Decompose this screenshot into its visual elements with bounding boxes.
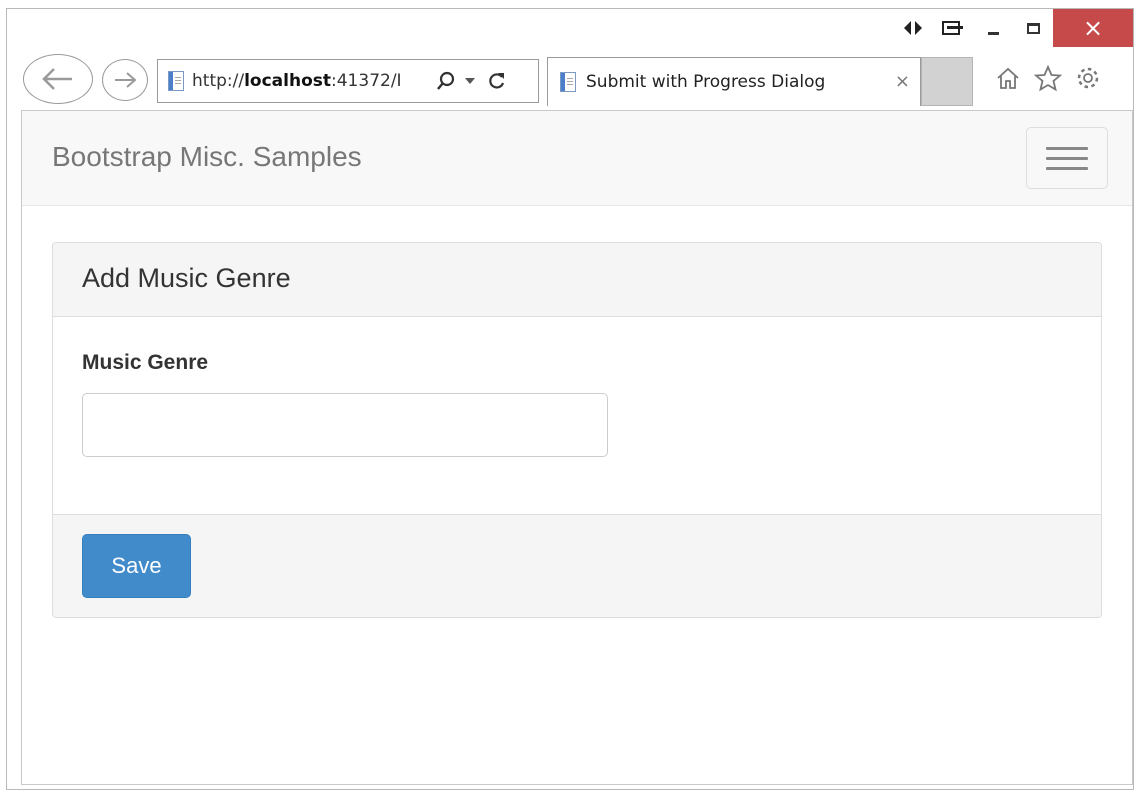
navbar-toggle-button[interactable] bbox=[1026, 127, 1108, 189]
back-button[interactable] bbox=[23, 54, 93, 104]
arrow-right-icon bbox=[115, 72, 137, 88]
hamburger-menu-icon bbox=[1046, 166, 1088, 170]
close-icon: × bbox=[1082, 14, 1104, 42]
navbar: Bootstrap Misc. Samples bbox=[22, 111, 1132, 206]
address-url[interactable]: http://localhost:41372/I bbox=[192, 71, 432, 91]
home-icon[interactable] bbox=[993, 61, 1023, 95]
tab-close-icon[interactable]: × bbox=[895, 71, 910, 92]
hamburger-menu-icon bbox=[1046, 146, 1088, 150]
search-icon[interactable] bbox=[436, 71, 456, 91]
panel-footer: Save bbox=[53, 514, 1101, 617]
arrow-left-icon bbox=[42, 68, 72, 90]
navbar-brand[interactable]: Bootstrap Misc. Samples bbox=[52, 141, 362, 173]
add-music-genre-panel: Add Music Genre Music Genre Save bbox=[52, 242, 1102, 618]
hamburger-menu-icon bbox=[1046, 156, 1088, 160]
new-tab-button[interactable] bbox=[921, 57, 973, 106]
panel-heading: Add Music Genre bbox=[53, 243, 1101, 317]
music-genre-label: Music Genre bbox=[82, 351, 209, 374]
dropdown-arrow-icon[interactable] bbox=[464, 77, 476, 85]
minimize-button[interactable] bbox=[973, 9, 1013, 47]
window-controls: × bbox=[893, 9, 1133, 47]
url-host: localhost bbox=[244, 71, 332, 91]
browser-window: × http://localhost:41372/I Submit with P… bbox=[6, 8, 1134, 790]
page-icon bbox=[168, 71, 184, 91]
snap-icon[interactable] bbox=[933, 9, 973, 47]
tab-submit-with-progress-dialog[interactable]: Submit with Progress Dialog × bbox=[547, 57, 921, 106]
maximize-icon bbox=[1026, 22, 1040, 34]
panel-body: Music Genre bbox=[53, 317, 1101, 515]
maximize-button[interactable] bbox=[1013, 9, 1053, 47]
forward-button[interactable] bbox=[102, 59, 148, 101]
minimize-icon bbox=[987, 31, 999, 35]
browser-toolbar bbox=[993, 61, 1103, 95]
close-window-button[interactable]: × bbox=[1053, 9, 1133, 47]
address-bar[interactable]: http://localhost:41372/I bbox=[157, 59, 539, 103]
refresh-icon[interactable] bbox=[488, 72, 506, 90]
split-view-icon[interactable] bbox=[893, 9, 933, 47]
star-icon[interactable] bbox=[1033, 61, 1063, 95]
page-viewport: Bootstrap Misc. Samples Add Music Genre … bbox=[21, 110, 1133, 785]
save-button[interactable]: Save bbox=[82, 534, 191, 598]
music-genre-input[interactable] bbox=[82, 393, 608, 457]
url-prefix: http:// bbox=[192, 71, 245, 91]
tab-page-icon bbox=[560, 72, 576, 92]
tab-title: Submit with Progress Dialog bbox=[586, 72, 826, 92]
url-rest: :41372/I bbox=[331, 71, 402, 91]
gear-icon[interactable] bbox=[1073, 61, 1103, 95]
